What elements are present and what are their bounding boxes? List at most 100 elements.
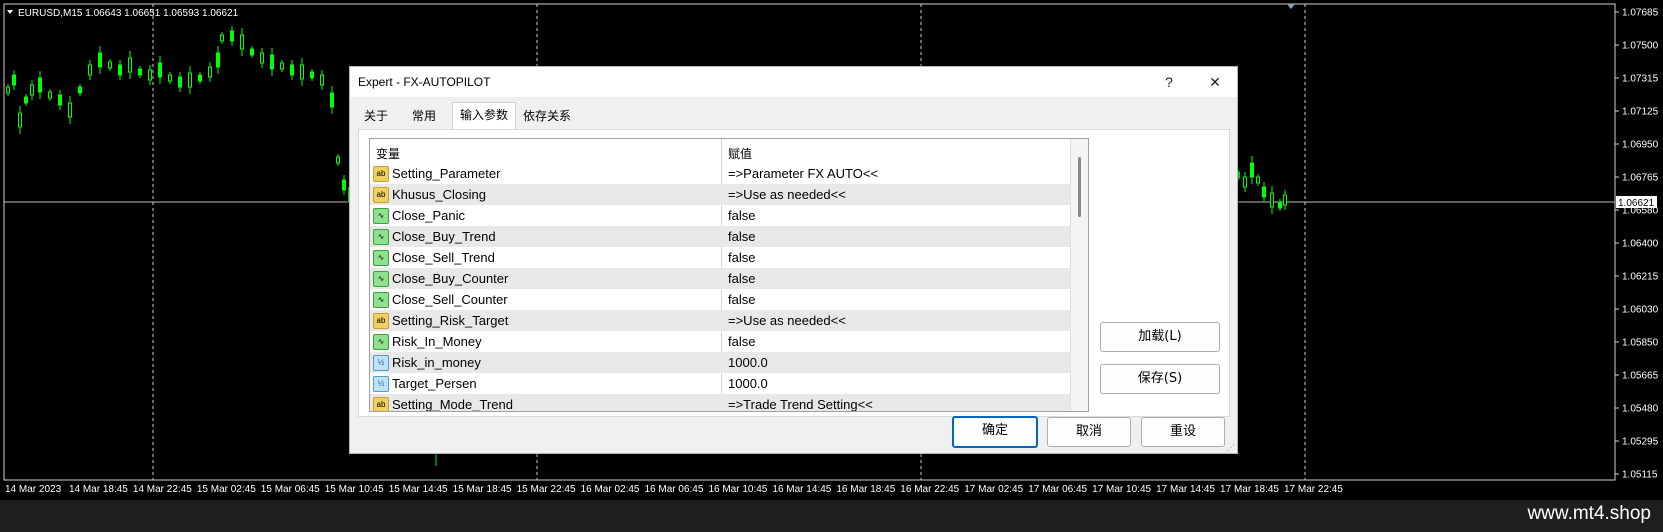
parameter-name: Close_Sell_Counter (392, 292, 508, 307)
parameter-value[interactable]: false (728, 229, 755, 244)
parameter-value[interactable]: =>Parameter FX AUTO<< (728, 166, 878, 181)
table-row[interactable]: ∿ Close_Buy_Trend false (370, 226, 1070, 247)
parameter-name: Risk_in_money (392, 355, 481, 370)
candle-body (128, 57, 132, 73)
parameter-value[interactable]: false (728, 208, 755, 223)
candle-body (148, 69, 152, 81)
price-tick-label: 1.07685 (1622, 8, 1659, 19)
grid-scrollbar-thumb[interactable] (1078, 157, 1081, 217)
candle-body (158, 62, 162, 78)
table-row[interactable]: ab Setting_Parameter =>Parameter FX AUTO<< (370, 163, 1070, 184)
parameter-name: Setting_Parameter (392, 166, 501, 181)
numeric-type-icon: ½ (373, 376, 389, 392)
table-row[interactable]: ab Setting_Risk_Target =>Use as needed<< (370, 310, 1070, 331)
grid-scrollbar[interactable] (1070, 139, 1088, 411)
candle-body (1250, 162, 1254, 178)
table-row[interactable]: ∿ Close_Panic false (370, 205, 1070, 226)
parameter-value[interactable]: =>Trade Trend Setting<< (728, 397, 873, 411)
parameter-value[interactable]: 1000.0 (728, 376, 768, 391)
parameter-name: Khusus_Closing (392, 187, 486, 202)
candle-body (330, 92, 334, 108)
price-tick-label: 1.05295 (1622, 437, 1659, 448)
candle-body (24, 96, 28, 104)
parameter-name: Setting_Risk_Target (392, 313, 509, 328)
tab-common[interactable]: 常用 (402, 105, 446, 128)
tab-inputs[interactable]: 输入参数 (452, 102, 516, 130)
string-type-icon: ab (373, 397, 389, 411)
time-tick-label: 15 Mar 02:45 (197, 484, 256, 495)
boolean-type-icon: ∿ (373, 271, 389, 287)
time-tick-label: 17 Mar 18:45 (1220, 484, 1279, 495)
help-button[interactable]: ? (1154, 71, 1184, 93)
price-tick-label: 1.06400 (1622, 239, 1659, 250)
boolean-type-icon: ∿ (373, 208, 389, 224)
parameter-name: Close_Buy_Trend (392, 229, 496, 244)
table-row[interactable]: ∿ Risk_In_Money false (370, 331, 1070, 352)
close-button[interactable]: ✕ (1200, 71, 1230, 93)
time-tick-label: 16 Mar 10:45 (708, 484, 767, 495)
candle-body (18, 112, 22, 128)
price-tick-label: 1.05850 (1622, 338, 1659, 349)
price-tick-label: 1.07125 (1622, 107, 1659, 118)
time-tick-label: 16 Mar 18:45 (836, 484, 895, 495)
candle-body (88, 64, 92, 76)
candle-body (198, 74, 202, 82)
tab-dependencies[interactable]: 依存关系 (516, 105, 578, 128)
candle-body (290, 64, 294, 76)
inputs-grid: 变量 赋值 ab Setting_Parameter =>Parameter FX … (369, 138, 1089, 412)
load-button[interactable]: 加载(L) (1100, 322, 1220, 352)
column-header-variable[interactable]: 变量 (376, 145, 400, 162)
candle-body (270, 54, 274, 70)
time-tick-label: 15 Mar 18:45 (453, 484, 512, 495)
parameter-value[interactable]: false (728, 250, 755, 265)
parameter-value[interactable]: false (728, 334, 755, 349)
boolean-type-icon: ∿ (373, 334, 389, 350)
time-tick-label: 15 Mar 14:45 (389, 484, 448, 495)
candle-body (138, 68, 142, 76)
parameter-value[interactable]: 1000.0 (728, 355, 768, 370)
candle-body (336, 156, 340, 164)
parameter-value[interactable]: =>Use as needed<< (728, 187, 846, 202)
table-row[interactable]: ab Khusus_Closing =>Use as needed<< (370, 184, 1070, 205)
parameter-value[interactable]: false (728, 271, 755, 286)
price-tick-label: 1.06765 (1622, 173, 1659, 184)
table-row[interactable]: ∿ Close_Sell_Trend false (370, 247, 1070, 268)
save-button[interactable]: 保存(S) (1100, 364, 1220, 394)
candle-body (78, 86, 82, 94)
dialog-titlebar[interactable]: Expert - FX-AUTOPILOT ? ✕ (350, 67, 1237, 97)
candle-body (320, 74, 324, 86)
candle-body (118, 64, 122, 76)
tab-about[interactable]: 关于 (358, 105, 394, 128)
parameter-name: Risk_In_Money (392, 334, 482, 349)
candle-body (300, 64, 304, 80)
table-row[interactable]: ab Setting_Mode_Trend =>Trade Trend Settin… (370, 394, 1070, 411)
table-row[interactable]: ∿ Close_Sell_Counter false (370, 289, 1070, 310)
parameter-name: Close_Panic (392, 208, 465, 223)
candle-body (1256, 176, 1260, 184)
cancel-button[interactable]: 取消 (1047, 417, 1131, 447)
candle-body (38, 77, 42, 93)
table-row[interactable]: ½ Target_Persen 1000.0 (370, 373, 1070, 394)
reset-button[interactable]: 重设 (1141, 417, 1225, 447)
parameter-value[interactable]: =>Use as needed<< (728, 313, 846, 328)
time-tick-label: 15 Mar 10:45 (325, 484, 384, 495)
candle-body (342, 179, 346, 191)
table-row[interactable]: ∿ Close_Buy_Counter false (370, 268, 1070, 289)
price-tick-label: 1.06030 (1622, 305, 1659, 316)
boolean-type-icon: ∿ (373, 250, 389, 266)
time-tick-label: 17 Mar 02:45 (964, 484, 1023, 495)
ok-button[interactable]: 确定 (952, 416, 1038, 448)
price-tick-label: 1.07500 (1622, 41, 1659, 52)
candle-body (216, 52, 220, 68)
candle-body (1278, 201, 1282, 209)
string-type-icon: ab (373, 166, 389, 182)
table-row[interactable]: ½ Risk_in_money 1000.0 (370, 352, 1070, 373)
dialog-title: Expert - FX-AUTOPILOT (358, 75, 491, 89)
column-header-value[interactable]: 赋值 (728, 145, 752, 162)
parameter-value[interactable]: false (728, 292, 755, 307)
time-tick-label: 16 Mar 14:45 (772, 484, 831, 495)
expert-properties-dialog: Expert - FX-AUTOPILOT ? ✕ 关于 常用 输入参数 依存关… (349, 66, 1238, 454)
string-type-icon: ab (373, 187, 389, 203)
resize-grip-icon[interactable]: ⋰ (1227, 443, 1235, 452)
boolean-type-icon: ∿ (373, 292, 389, 308)
